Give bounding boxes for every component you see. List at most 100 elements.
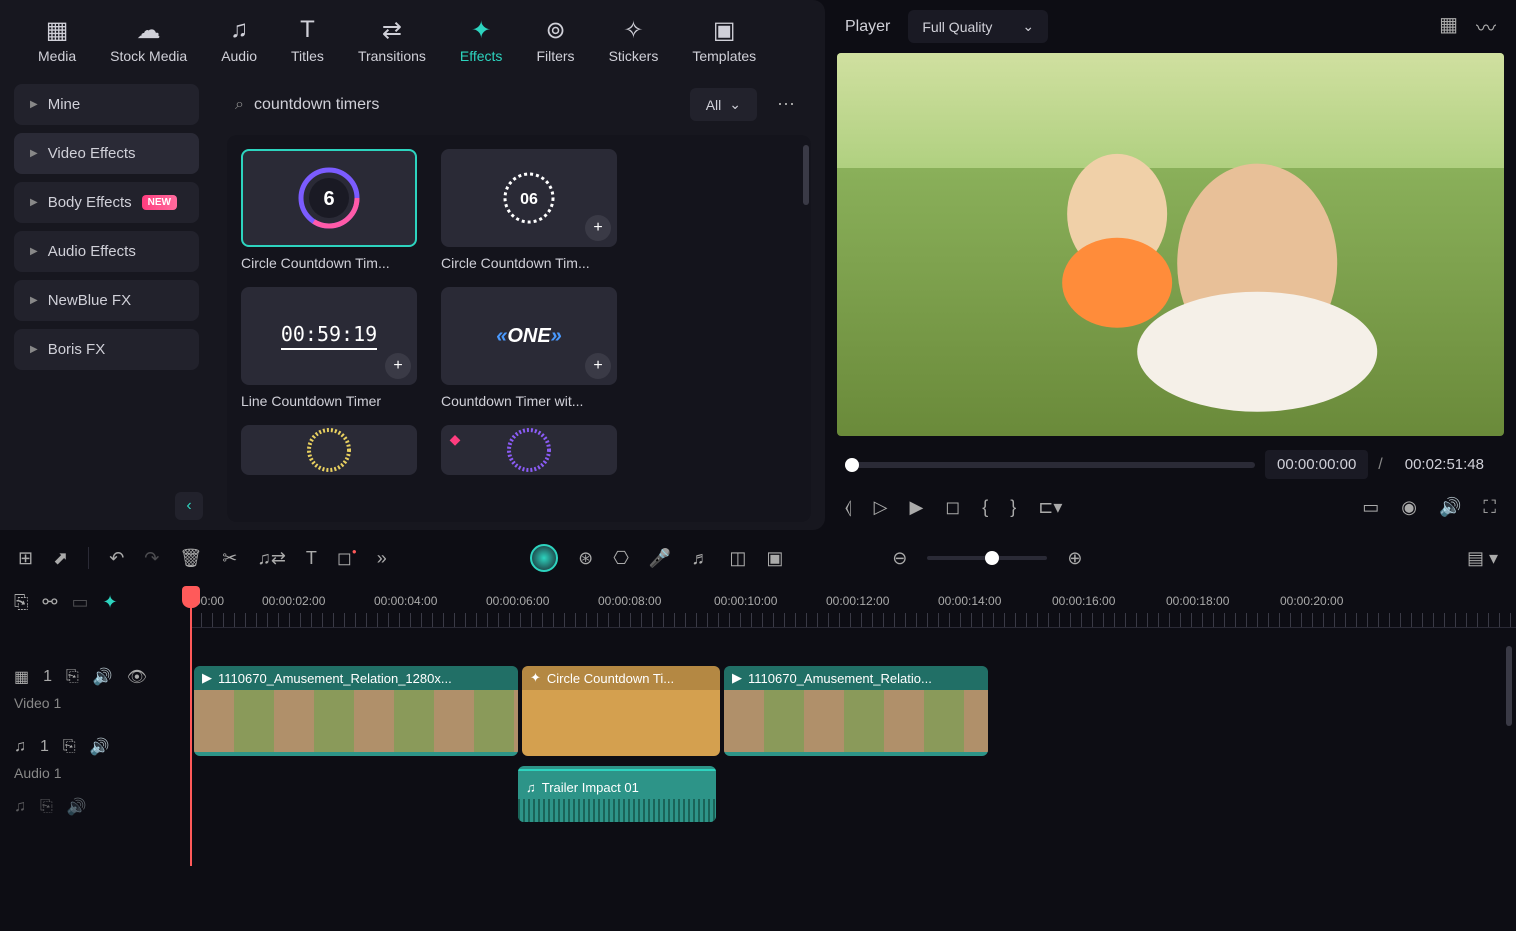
mark-out-icon[interactable]: } [1010,497,1016,518]
visibility-icon[interactable]: 👁 [127,667,147,687]
prev-frame-icon[interactable]: ⦉ [845,497,852,518]
crop-icon[interactable]: ⊏▾ [1038,497,1062,518]
zoom-out-icon[interactable]: ⊖ [892,548,907,569]
marker-icon[interactable]: ⎔ [613,548,629,569]
magnet-icon[interactable]: ✦ [103,592,118,613]
video-track-header: ▦1 ⎘ 🔊 👁 [8,659,182,695]
fullscreen-icon[interactable]: ⛶ [1483,497,1496,518]
tab-audio[interactable]: ♫Audio [213,12,265,68]
sidebar-item-newblue-fx[interactable]: ▶NewBlue FX [14,280,199,321]
stop-icon[interactable]: ◻ [945,497,960,518]
tab-media[interactable]: ▦Media [30,12,84,68]
ruler-tick: 00:00:12:00 [826,594,889,608]
tab-templates[interactable]: ▣Templates [684,12,764,68]
more-tools-icon[interactable]: » [377,548,387,569]
filter-label: All [706,97,722,113]
ruler-tick: 00:00:04:00 [374,594,437,608]
effect-clip[interactable]: ✦Circle Countdown Ti... [522,666,720,756]
effect-thumbnail[interactable]: 00:59:19 + [241,287,417,385]
video-preview[interactable] [837,53,1504,436]
ai-assistant-button[interactable] [530,544,558,572]
delete-icon[interactable]: 🗑 [179,548,202,569]
mute-icon[interactable]: 🔊 [90,737,110,757]
zoom-in-icon[interactable]: ⊕ [1067,548,1082,569]
sidebar-item-body-effects[interactable]: ▶Body EffectsNEW [14,182,199,223]
voiceover-icon[interactable]: 🎤 [649,548,671,569]
tab-stickers[interactable]: ✧Stickers [601,12,667,68]
grid-tool-icon[interactable]: ⊞ [18,548,33,569]
group-icon[interactable]: ▭ [72,592,89,613]
video-track[interactable]: ▶1110670_Amusement_Relation_1280x... ✦Ci… [190,666,1516,758]
zoom-slider[interactable] [927,556,1047,560]
tab-transitions[interactable]: ⇄Transitions [350,12,434,68]
sidebar-item-boris-fx[interactable]: ▶Boris FX [14,329,199,370]
duplicate-icon[interactable]: ⎘ [14,592,28,613]
audio-track-icon: ♫ [14,738,26,756]
effect-thumbnail[interactable]: 06 + [441,149,617,247]
tab-filters[interactable]: ⊚Filters [528,12,582,68]
tab-stock-media[interactable]: ☁Stock Media [102,12,195,68]
clip-type-icon: ▶ [202,670,212,686]
lock-icon[interactable]: ⎘ [66,668,79,686]
sidebar-item-mine[interactable]: ▶Mine [14,84,199,125]
audio-clip[interactable]: ♫Trailer Impact 01 [518,766,716,822]
track-view-icon[interactable]: ▤ ▾ [1467,548,1498,569]
undo-icon[interactable]: ↶ [109,548,124,569]
keyframe-icon[interactable]: ▣ [766,548,783,569]
effect-card: «ONE» + Countdown Timer wit... [441,287,617,409]
render-icon[interactable]: ⊛ [578,548,593,569]
tab-titles[interactable]: TTitles [283,12,332,68]
playhead-handle[interactable] [182,586,200,608]
effect-thumbnail[interactable]: «ONE» + [441,287,617,385]
sidebar-item-audio-effects[interactable]: ▶Audio Effects [14,231,199,272]
link-icon[interactable]: ⚯ [42,592,57,613]
video-clip[interactable]: ▶1110670_Amusement_Relation_1280x... [194,666,518,756]
mark-in-icon[interactable]: { [982,497,988,518]
scopes-icon[interactable]: 〰 [1476,12,1496,41]
plus-icon: + [593,357,602,375]
lock-icon[interactable]: ⎘ [40,798,53,816]
quality-dropdown[interactable]: Full Quality⌄ [908,10,1048,43]
play-icon[interactable]: ▶ [909,497,923,518]
playback-scrubber[interactable] [845,462,1255,468]
svg-text:6: 6 [323,188,334,210]
redo-icon[interactable]: ↷ [144,548,159,569]
sidebar-item-video-effects[interactable]: ▶Video Effects [14,133,199,174]
effect-thumbnail[interactable] [241,425,417,475]
ruler-tick: 00:00:10:00 [714,594,777,608]
search-input[interactable] [254,96,678,114]
playhead[interactable] [190,586,192,866]
add-effect-button[interactable]: + [585,353,611,379]
adjust-icon[interactable]: ◫ [729,548,746,569]
pointer-tool-icon[interactable]: ⬈ [53,548,68,569]
display-icon[interactable]: ▭ [1362,497,1379,518]
filter-dropdown[interactable]: All⌄ [690,88,757,121]
effect-thumbnail[interactable]: 6 [241,149,417,247]
volume-icon[interactable]: 🔊 [1439,497,1461,518]
lock-icon[interactable]: ⎘ [63,738,76,756]
tab-effects[interactable]: ✦Effects [452,12,511,68]
audio-track-icon: ♫ [14,798,26,816]
effect-thumbnail[interactable]: ◆ [441,425,617,475]
ruler-tick: 00:00:20:00 [1280,594,1343,608]
add-effect-button[interactable]: + [385,353,411,379]
audio-track[interactable]: ♫Trailer Impact 01 [190,766,1516,826]
cut-icon[interactable]: ✂ [222,548,237,569]
speed-icon[interactable]: ♫⇄ [257,548,286,569]
audio-mix-icon[interactable]: ♬ [691,548,709,569]
grid-view-icon[interactable]: ▦ [1439,12,1458,41]
collapse-sidebar-button[interactable]: ‹ [175,492,203,520]
scrollbar[interactable] [803,145,809,205]
play-pause-icon[interactable]: ▷ [874,497,888,518]
more-options-button[interactable]: ⋯ [769,90,803,119]
add-effect-button[interactable]: + [585,215,611,241]
crop-tool-icon[interactable]: ◻● [337,548,357,569]
video-clip[interactable]: ▶1110670_Amusement_Relatio... [724,666,988,756]
text-tool-icon[interactable]: T [306,548,317,569]
snapshot-icon[interactable]: ◉ [1401,497,1417,518]
scrubber-head[interactable] [845,458,859,472]
timeline-ruler[interactable]: 00:00 00:00:02:00 00:00:04:00 00:00:06:0… [190,586,1516,628]
mute-icon[interactable]: 🔊 [93,667,113,687]
zoom-slider-head[interactable] [985,551,999,565]
mute-icon[interactable]: 🔊 [67,797,87,817]
